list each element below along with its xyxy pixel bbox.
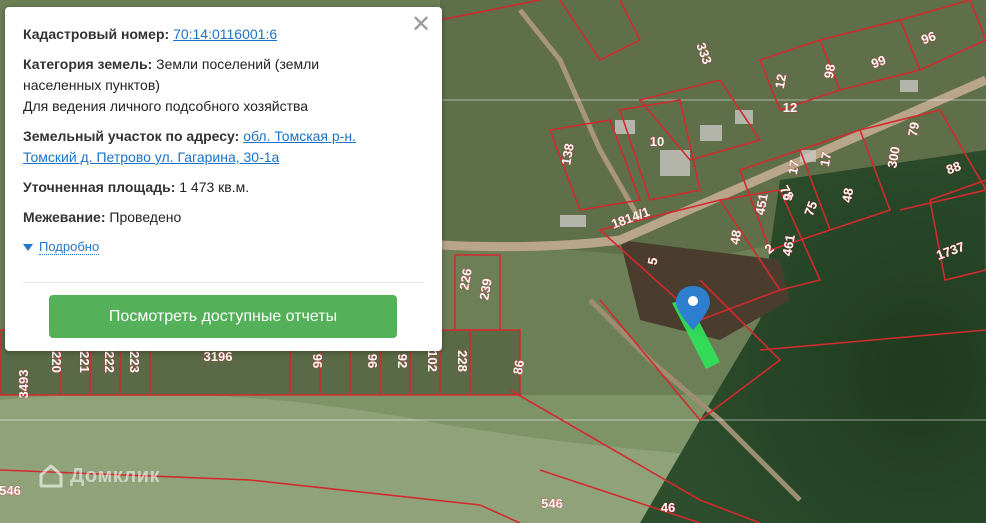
domclick-watermark: Домклик: [38, 463, 160, 489]
plot-number-label: 228: [455, 350, 470, 372]
plot-number-label: 48: [839, 187, 856, 204]
parcel-info-popup: ✕ Кадастровый номер: 70:14:0116001:6 Кат…: [5, 7, 442, 351]
area-row: Уточненная площадь: 1 473 кв.м.: [23, 177, 393, 198]
plot-number-label: 3196: [204, 349, 233, 364]
plot-number-label: 96: [310, 354, 325, 368]
plot-number-label: 98: [821, 63, 838, 80]
parcel-details: Кадастровый номер: 70:14:0116001:6 Катег…: [23, 24, 393, 255]
plot-number-label: 221: [77, 351, 92, 373]
domclick-logo-icon: [39, 464, 63, 488]
plot-number-label: 86: [510, 359, 527, 376]
view-reports-button[interactable]: Посмотреть доступные отчеты: [49, 295, 397, 338]
category-row: Категория земель: Земли поселений (земли…: [23, 54, 393, 117]
plot-number-label: 220: [49, 351, 64, 373]
plot-number-label: 96: [365, 354, 380, 368]
plot-number-label: 546: [0, 483, 21, 498]
cadastral-number-link[interactable]: 70:14:0116001:6: [173, 26, 277, 42]
plot-number-label: 3493: [16, 370, 31, 399]
plot-number-label: 79: [905, 121, 922, 138]
close-icon[interactable]: ✕: [410, 12, 432, 36]
more-details-toggle[interactable]: Подробно: [23, 239, 393, 255]
plot-number-label: 17: [785, 159, 802, 176]
category-label: Категория земель:: [23, 56, 153, 72]
area-label: Уточненная площадь:: [23, 179, 176, 195]
divider: [23, 282, 424, 283]
plot-number-label: 102: [425, 350, 440, 372]
survey-label: Межевание:: [23, 209, 106, 225]
plot-number-label: 92: [395, 354, 410, 368]
plot-number-label: 17: [817, 151, 834, 168]
plot-number-label: 222: [102, 351, 117, 373]
survey-row: Межевание: Проведено: [23, 207, 393, 228]
cadastral-label: Кадастровый номер:: [23, 26, 170, 42]
triangle-down-icon: [23, 243, 33, 251]
category-use: Для ведения личного подсобного хозяйства: [23, 98, 309, 114]
watermark-text: Домклик: [70, 464, 161, 487]
address-label: Земельный участок по адресу:: [23, 128, 240, 144]
plot-number-label: 10: [650, 134, 664, 149]
area-value: 1 473 кв.м.: [179, 179, 250, 195]
cadastral-row: Кадастровый номер: 70:14:0116001:6: [23, 24, 393, 45]
more-details-label: Подробно: [39, 239, 100, 255]
plot-number-label: 546: [541, 496, 563, 511]
plot-number-label: 12: [783, 100, 797, 115]
plot-number-label: 46: [661, 500, 675, 515]
plot-number-label: 223: [127, 351, 142, 373]
plot-number-label: 12: [772, 73, 789, 90]
address-row: Земельный участок по адресу: обл. Томска…: [23, 126, 393, 168]
plot-number-label: 48: [727, 229, 744, 246]
survey-value: Проведено: [109, 209, 182, 225]
